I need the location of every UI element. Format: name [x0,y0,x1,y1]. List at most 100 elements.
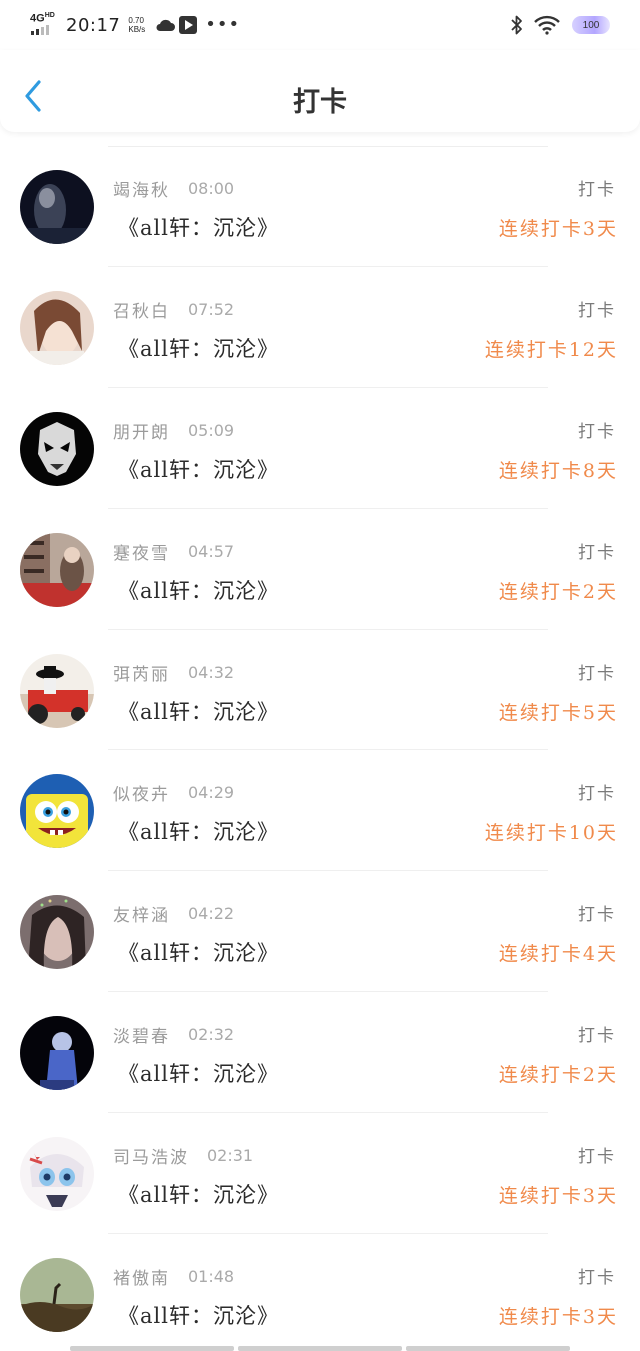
avatar[interactable] [20,290,94,365]
user-line: 弭芮丽 04:32 [113,660,234,685]
user-name[interactable]: 似夜卉 [113,780,170,805]
page-title: 打卡 [293,87,347,118]
wifi-icon [534,15,560,35]
avatar[interactable] [20,532,94,607]
checkin-time: 05:09 [188,420,235,440]
checkin-time: 07:52 [188,299,235,319]
list-item[interactable]: 弭芮丽 04:32 《all轩：沉沦》 打卡 连续打卡5天 [0,630,640,751]
checkin-time: 01:48 [188,1267,235,1287]
book-title[interactable]: 《all轩：沉沦》 [118,575,279,605]
streak-label: 连续打卡10天 [484,822,618,845]
book-title[interactable]: 《all轩：沉沦》 [118,333,279,363]
speed-value: 0.70 [128,16,144,25]
status-right: 100 [510,12,610,38]
avatar[interactable] [20,1258,94,1333]
checkin-label: 打卡 [578,663,616,684]
checkin-label: 打卡 [578,421,616,442]
avatar[interactable] [20,411,94,486]
cloud-icon [156,19,176,31]
book-title[interactable]: 《all轩：沉沦》 [118,1058,279,1088]
streak-label: 连续打卡5天 [498,701,618,724]
avatar[interactable] [20,895,94,970]
user-name[interactable]: 召秋白 [113,297,170,322]
network-indicator: 4GHD [30,12,62,38]
checkin-label: 打卡 [578,542,616,563]
checkin-label: 打卡 [578,300,616,321]
list-item[interactable]: 似夜卉 04:29 《all轩：沉沦》 打卡 连续打卡10天 [0,750,640,872]
status-left: 4GHD 20:17 0.70 KB/s ••• [30,12,240,38]
streak-label: 连续打卡3天 [498,1306,618,1329]
user-line: 竭海秋 08:00 [113,176,234,201]
more-notifications-icon: ••• [205,14,241,35]
bluetooth-icon [511,15,522,35]
book-title[interactable]: 《all轩：沉沦》 [118,454,279,484]
user-line: 友梓涵 04:22 [113,901,234,926]
network-type: 4G [30,12,45,25]
checkin-time: 04:32 [188,662,235,682]
user-line: 淡碧春 02:32 [113,1022,234,1047]
user-name[interactable]: 朋开朗 [113,418,170,443]
avatar[interactable] [20,170,94,244]
user-name[interactable]: 淡碧春 [113,1022,170,1047]
checkin-label: 打卡 [578,1268,616,1289]
avatar[interactable] [20,774,94,849]
user-name[interactable]: 竭海秋 [113,176,170,201]
streak-label: 连续打卡12天 [484,338,618,361]
checkin-time: 04:29 [188,783,235,803]
user-name[interactable]: 弭芮丽 [113,660,170,685]
checkin-time: 02:31 [207,1146,254,1166]
list-item[interactable]: 朋开朗 05:09 《all轩：沉沦》 打卡 连续打卡8天 [0,388,640,509]
checkin-label: 打卡 [578,180,616,200]
streak-label: 连续打卡3天 [498,218,618,240]
checkin-label: 打卡 [578,905,616,926]
user-line: 召秋白 07:52 [113,297,234,322]
checkin-label: 打卡 [578,784,616,805]
speed-unit: KB/s [128,25,146,34]
checkin-label: 打卡 [578,1026,616,1047]
book-title[interactable]: 《all轩：沉沦》 [118,816,279,846]
list-item[interactable]: 召秋白 07:52 《all轩：沉沦》 打卡 连续打卡12天 [0,267,640,388]
book-title[interactable]: 《all轩：沉沦》 [118,937,279,967]
clock: 20:17 [66,14,121,36]
avatar[interactable] [20,1137,94,1212]
user-line: 褚傲南 01:48 [113,1264,234,1289]
avatar[interactable] [20,653,94,728]
book-title[interactable]: 《all轩：沉沦》 [118,1300,279,1330]
title-bar: 打卡 [0,50,640,132]
network-speed: 0.70 KB/s [128,16,145,34]
streak-label: 连续打卡2天 [498,580,618,603]
network-sup: HD [44,12,55,19]
list-item[interactable]: 竭海秋 08:00 《all轩：沉沦》 打卡 连续打卡3天 [0,146,640,267]
list-item[interactable]: 蹇夜雪 04:57 《all轩：沉沦》 打卡 连续打卡2天 [0,509,640,630]
user-name[interactable]: 蹇夜雪 [113,539,170,564]
avatar[interactable] [20,1016,94,1091]
list-item[interactable]: 司马浩波 02:31 《all轩：沉沦》 打卡 连续打卡3天 [0,1113,640,1234]
user-line: 蹇夜雪 04:57 [113,539,234,564]
checkin-label: 打卡 [578,1147,616,1168]
checkin-time: 02:32 [188,1025,235,1045]
user-name[interactable]: 友梓涵 [113,901,170,926]
list-item[interactable]: 友梓涵 04:22 《all轩：沉沦》 打卡 连续打卡4天 [0,871,640,993]
streak-label: 连续打卡2天 [498,1064,618,1087]
scroll-indicator [70,1346,570,1351]
user-line: 司马浩波 02:31 [113,1143,253,1168]
user-line: 似夜卉 04:29 [113,780,234,805]
signal-icon [31,25,49,35]
streak-label: 连续打卡4天 [498,943,618,966]
book-title[interactable]: 《all轩：沉沦》 [118,212,279,242]
streak-label: 连续打卡3天 [498,1185,618,1208]
streak-label: 连续打卡8天 [498,459,618,482]
battery-level: 100 [582,19,600,31]
checkin-time: 04:22 [188,904,235,924]
checkin-time: 04:57 [188,541,235,561]
book-title[interactable]: 《all轩：沉沦》 [118,696,279,726]
user-name[interactable]: 褚傲南 [113,1264,170,1289]
user-name[interactable]: 司马浩波 [113,1143,189,1168]
checkin-list: 竭海秋 08:00 《all轩：沉沦》 打卡 连续打卡3天 召秋白 07:52 … [0,146,640,1351]
book-title[interactable]: 《all轩：沉沦》 [118,1179,279,1209]
checkin-time: 08:00 [188,179,235,198]
battery-indicator: 100 [572,16,610,34]
status-bar: 4GHD 20:17 0.70 KB/s ••• 100 [0,0,640,50]
list-item[interactable]: 褚傲南 01:48 《all轩：沉沦》 打卡 连续打卡3天 [0,1234,640,1351]
list-item[interactable]: 淡碧春 02:32 《all轩：沉沦》 打卡 连续打卡2天 [0,992,640,1114]
